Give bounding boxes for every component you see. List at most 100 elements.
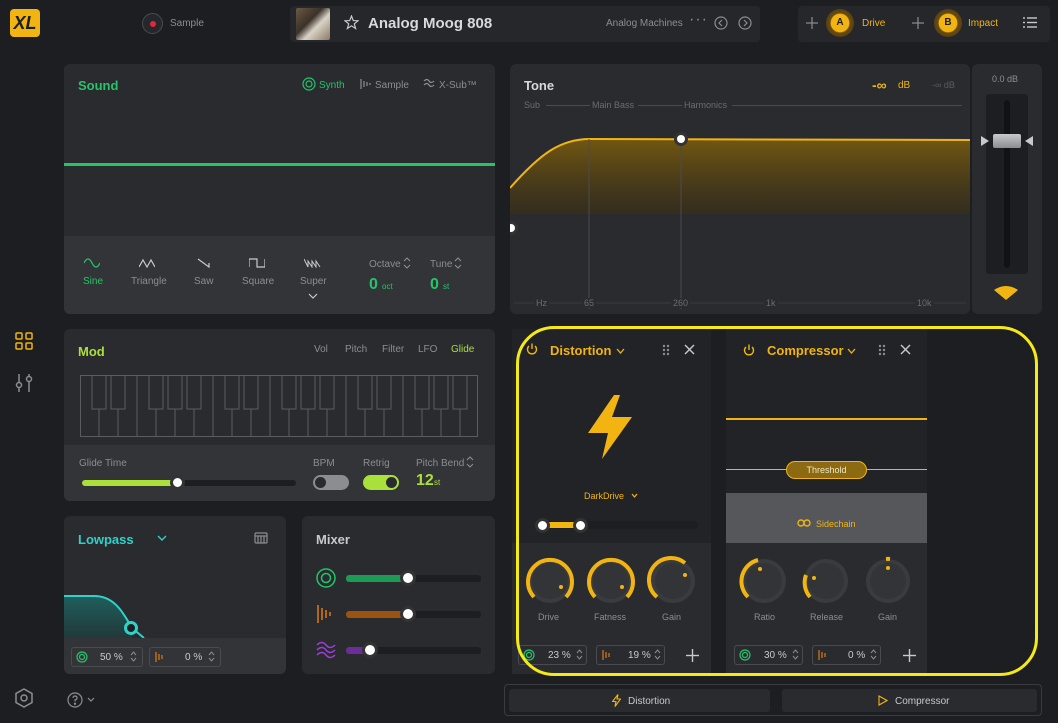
piano-keyboard[interactable]: [80, 375, 478, 437]
sidechain-section[interactable]: [726, 493, 927, 543]
octave-sort-icon[interactable]: [403, 257, 411, 269]
compressor-close-icon[interactable]: [900, 344, 911, 355]
synth-level-fill: [346, 575, 408, 582]
mixer-sliders-icon[interactable]: [15, 373, 33, 393]
filter-drive-sort-icon[interactable]: [208, 651, 215, 662]
help-chevron-down-icon[interactable]: [87, 697, 95, 702]
threshold-handle[interactable]: Threshold: [786, 461, 867, 479]
previous-preset-icon[interactable]: [714, 16, 728, 30]
distortion-type[interactable]: DarkDrive: [584, 491, 624, 501]
distortion-close-icon[interactable]: [684, 344, 695, 355]
filter-panel: Lowpass 50 % 0 %: [64, 516, 286, 674]
macro-b-knob[interactable]: B: [934, 9, 962, 37]
output-wifi-icon[interactable]: [994, 286, 1018, 300]
synth-level-handle[interactable]: [400, 570, 416, 586]
bpm-toggle[interactable]: [313, 475, 349, 490]
favorite-star-icon[interactable]: [344, 15, 359, 30]
filter-keyboard-icon[interactable]: [254, 532, 268, 544]
compressor-power-icon[interactable]: [743, 344, 755, 356]
sample-level-handle[interactable]: [400, 606, 416, 622]
glide-time-fill: [82, 480, 178, 486]
compressor-amount-sort-icon[interactable]: [870, 649, 877, 660]
xsub-channel-icon: [316, 640, 336, 660]
retrig-toggle[interactable]: [363, 475, 399, 490]
distortion-power-icon[interactable]: [526, 343, 538, 355]
mod-tab-filter[interactable]: Filter: [382, 344, 404, 355]
mode-synth[interactable]: Synth: [319, 80, 345, 91]
wave-square[interactable]: Square: [242, 276, 274, 287]
release-knob[interactable]: [800, 555, 852, 607]
help-icon[interactable]: [67, 692, 83, 708]
fader-handle[interactable]: [993, 134, 1021, 148]
compressor-add-icon[interactable]: [903, 649, 916, 662]
drive-knob[interactable]: [524, 555, 576, 607]
chevron-down-icon[interactable]: [308, 293, 318, 299]
distortion-range-high-handle[interactable]: [573, 518, 588, 533]
compressor-title[interactable]: Compressor: [767, 343, 844, 358]
mod-tab-vol[interactable]: Vol: [314, 344, 328, 355]
drag-handle-icon[interactable]: [662, 344, 670, 356]
drag-handle-icon[interactable]: [878, 344, 886, 356]
glide-time-handle[interactable]: [170, 475, 185, 490]
mode-sample[interactable]: Sample: [375, 80, 409, 91]
compressor-gain-knob[interactable]: [862, 555, 914, 607]
sine-wave-icon[interactable]: [84, 258, 100, 268]
filter-amount-sort-icon[interactable]: [130, 651, 137, 662]
mod-tab-glide[interactable]: Glide: [451, 344, 474, 355]
filter-drive-value: 0 %: [185, 652, 203, 663]
settings-hex-icon[interactable]: [14, 688, 34, 708]
mod-tab-lfo[interactable]: LFO: [418, 344, 437, 355]
tune-value[interactable]: 0: [430, 276, 439, 294]
drag-move-icon[interactable]: [805, 16, 819, 30]
drag-move-icon[interactable]: [911, 16, 925, 30]
synth-mode-icon[interactable]: [302, 77, 316, 91]
compressor-chevron-down-icon[interactable]: [847, 348, 856, 354]
grid-view-icon[interactable]: [15, 332, 33, 350]
xsub-mode-icon[interactable]: [423, 78, 435, 90]
wave-saw[interactable]: Saw: [194, 276, 213, 287]
octave-value[interactable]: 0: [369, 276, 378, 294]
distortion-title[interactable]: Distortion: [550, 343, 611, 358]
wave-triangle[interactable]: Triangle: [131, 276, 167, 287]
record-button[interactable]: [142, 13, 163, 34]
filter-chevron-down-icon[interactable]: [157, 535, 167, 541]
list-menu-icon[interactable]: [1023, 16, 1037, 29]
more-options-icon[interactable]: ···: [689, 11, 708, 29]
bpm-label: BPM: [313, 458, 335, 469]
sample-mode-icon[interactable]: [360, 78, 372, 90]
distortion-chevron-down-icon[interactable]: [616, 348, 625, 354]
xsub-level-handle[interactable]: [362, 642, 378, 658]
distortion-module: Distortion DarkDrive Drive Fatness Gain …: [512, 329, 711, 674]
mode-xsub[interactable]: X-Sub™: [439, 80, 477, 91]
distortion-add-icon[interactable]: [686, 649, 699, 662]
pitch-bend-value[interactable]: 12: [416, 472, 434, 490]
wave-sine[interactable]: Sine: [83, 276, 103, 287]
tune-sort-icon[interactable]: [454, 257, 462, 269]
wave-super[interactable]: Super: [300, 276, 327, 287]
square-wave-icon[interactable]: [249, 258, 265, 268]
distortion-gain-knob[interactable]: [647, 555, 699, 607]
distortion-gain-label: Gain: [662, 612, 682, 622]
macro-a-knob[interactable]: A: [826, 9, 854, 37]
distortion-range-low-handle[interactable]: [535, 518, 550, 533]
distortion-mix-sort-icon[interactable]: [576, 649, 583, 660]
distortion-amount-sort-icon[interactable]: [654, 649, 661, 660]
super-wave-icon[interactable]: [304, 258, 322, 268]
pitch-bend-sort-icon[interactable]: [466, 456, 474, 468]
filter-title[interactable]: Lowpass: [78, 532, 134, 547]
ratio-knob[interactable]: [738, 555, 790, 607]
next-preset-icon[interactable]: [738, 16, 752, 30]
triangle-wave-icon[interactable]: [139, 258, 155, 268]
waveform-selector: Sine Triangle Saw Square Super Octave 0 …: [64, 236, 495, 314]
fatness-knob[interactable]: [585, 555, 637, 607]
eq-node-handle[interactable]: [674, 132, 688, 146]
saw-wave-icon[interactable]: [197, 258, 211, 268]
preset-name[interactable]: Analog Moog 808: [368, 15, 492, 32]
distortion-amount-icon: [602, 649, 614, 661]
compressor-mix-sort-icon[interactable]: [792, 649, 799, 660]
mod-tab-pitch[interactable]: Pitch: [345, 344, 367, 355]
preset-category: Analog Machines: [606, 18, 683, 29]
chain-compressor-label: Compressor: [895, 696, 950, 707]
distortion-type-chevron-down-icon[interactable]: [631, 493, 638, 498]
filter-cutoff-handle[interactable]: [124, 621, 138, 635]
